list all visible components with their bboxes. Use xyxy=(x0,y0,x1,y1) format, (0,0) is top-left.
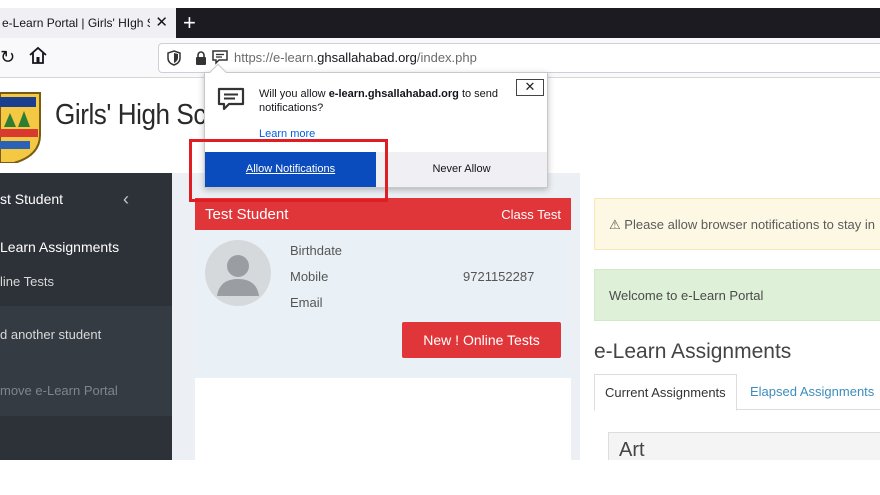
tracking-shield-icon[interactable] xyxy=(167,50,181,66)
lock-icon[interactable] xyxy=(195,51,207,65)
avatar xyxy=(205,240,271,306)
never-allow-button[interactable]: Never Allow xyxy=(376,152,547,187)
page-bottom-strip xyxy=(0,460,880,495)
home-icon[interactable] xyxy=(28,45,48,67)
url-text[interactable]: https://e-learn.ghsallahabad.org/index.p… xyxy=(234,50,477,65)
reload-icon[interactable]: ↻ xyxy=(0,47,15,68)
class-test-link[interactable]: Class Test xyxy=(501,207,561,222)
url-suffix: /index.php xyxy=(416,50,477,65)
notification-permission-icon[interactable] xyxy=(212,50,228,65)
tab-title: e-Learn Portal | Girls' HIgh Scho xyxy=(2,16,150,30)
url-bar[interactable]: https://e-learn.ghsallahabad.org/index.p… xyxy=(158,43,880,73)
mobile-value: 9721152287 xyxy=(463,269,535,284)
popup-message-domain: e-learn.ghsallahabad.org xyxy=(328,88,459,100)
student-card: Test Student Class Test Birthdate Mobile… xyxy=(195,198,571,378)
new-tab-button[interactable]: + xyxy=(183,9,196,37)
site-title: Girls' High Sch xyxy=(55,99,221,131)
warning-text: Please allow browser notifications to st… xyxy=(624,217,876,232)
sidebar-item-online-tests[interactable]: line Tests xyxy=(0,274,172,289)
tab-elapsed-assignments[interactable]: Elapsed Assignments xyxy=(750,374,874,410)
sidebar-subpanel xyxy=(0,306,172,416)
welcome-alert: Welcome to e-Learn Portal xyxy=(594,269,880,321)
highlight-box xyxy=(189,139,388,202)
assignment-tabs: Current Assignments Elapsed Assignments xyxy=(594,374,880,411)
popup-close-icon[interactable]: ✕ xyxy=(516,79,544,96)
tab-current-assignments[interactable]: Current Assignments xyxy=(594,374,737,411)
card-footer-space xyxy=(195,378,571,460)
warning-icon: ⚠ xyxy=(609,217,621,232)
sidebar-item-remove-portal[interactable]: move e-Learn Portal xyxy=(0,383,172,398)
student-name: Test Student xyxy=(205,206,289,223)
browser-tab[interactable]: e-Learn Portal | Girls' HIgh Scho ✕ xyxy=(0,8,176,38)
sidebar-user[interactable]: st Student ‹ xyxy=(0,173,172,225)
notification-bubble-icon xyxy=(217,87,245,111)
school-logo xyxy=(0,92,41,163)
email-label: Email xyxy=(290,295,323,310)
birthdate-label: Birthdate xyxy=(290,243,343,258)
popup-message-pre: Will you allow xyxy=(259,88,329,100)
url-domain: ghsallahabad.org xyxy=(317,50,417,65)
tab-close-icon[interactable]: ✕ xyxy=(155,8,168,38)
sidebar-item-learn-assignments[interactable]: Learn Assignments xyxy=(0,239,172,255)
subject-panel[interactable]: Art xyxy=(608,432,880,462)
sidebar: st Student ‹ Learn Assignments line Test… xyxy=(0,173,172,460)
url-prefix: https://e-learn. xyxy=(234,50,318,65)
assignments-heading: e-Learn Assignments xyxy=(594,340,792,363)
student-card-header: Test Student Class Test xyxy=(195,198,571,230)
browser-tab-bar: e-Learn Portal | Girls' HIgh Scho ✕ + xyxy=(0,8,880,38)
new-online-tests-button[interactable]: New ! Online Tests xyxy=(402,322,561,358)
notification-warning-alert: ⚠ Please allow browser notifications to … xyxy=(594,198,880,250)
sidebar-item-add-student[interactable]: d another student xyxy=(0,327,172,342)
chevron-left-icon[interactable]: ‹ xyxy=(123,189,129,210)
mobile-label: Mobile xyxy=(290,269,329,284)
user-silhouette-icon xyxy=(217,255,259,296)
popup-message: Will you allow e-learn.ghsallahabad.org … xyxy=(259,87,509,115)
subject-title: Art xyxy=(619,439,645,461)
sidebar-user-name: st Student xyxy=(0,191,64,207)
